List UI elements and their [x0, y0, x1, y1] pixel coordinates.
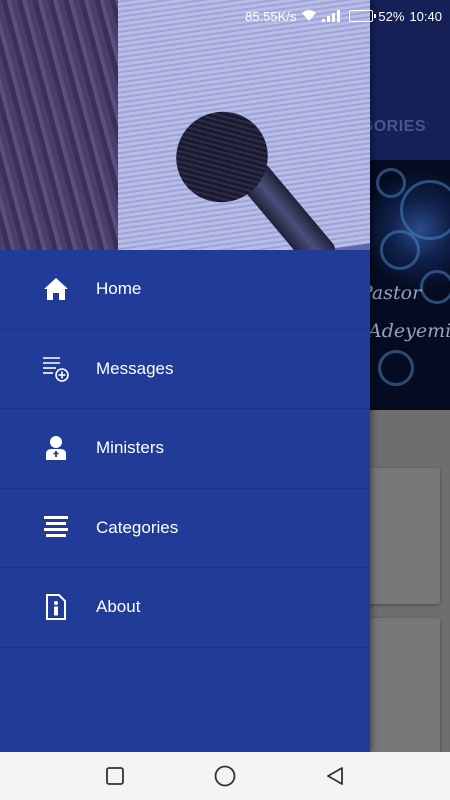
- circle-icon: [214, 765, 236, 787]
- bokeh-circle: [420, 270, 450, 304]
- tree-bark-image: [0, 0, 118, 250]
- system-navigation-bar: [0, 752, 450, 800]
- drawer-item-ministers[interactable]: Ministers: [0, 409, 370, 489]
- square-icon: [106, 767, 124, 785]
- drawer-item-label: Ministers: [96, 438, 165, 458]
- wifi-icon: [301, 10, 317, 22]
- drawer-item-label: Home: [96, 279, 142, 299]
- status-bar: 85.55K/s 52% 10:40: [0, 0, 450, 32]
- home-icon: [42, 275, 70, 303]
- back-button[interactable]: [315, 756, 355, 796]
- drawer-item-messages[interactable]: Messages: [0, 330, 370, 409]
- messages-add-icon: [42, 355, 70, 383]
- drawer-item-label: Categories: [96, 517, 179, 537]
- bokeh-circle: [378, 350, 414, 386]
- drawer-header-image: [0, 0, 370, 250]
- clock: 10:40: [409, 8, 442, 24]
- recents-button[interactable]: [95, 756, 135, 796]
- drawer-item-categories[interactable]: Categories: [0, 489, 370, 568]
- bokeh-circle: [376, 168, 406, 198]
- drawer-menu: Home Messages Ministers Categories About: [0, 250, 370, 648]
- minister-icon: [42, 434, 70, 462]
- drawer-item-home[interactable]: Home: [0, 250, 370, 330]
- back-triangle-icon: [327, 767, 343, 785]
- navigation-drawer: Home Messages Ministers Categories About: [0, 0, 370, 752]
- categories-icon: [42, 514, 70, 542]
- battery-percent: 52%: [378, 8, 405, 24]
- battery-icon: [349, 10, 377, 22]
- signal-icon: [322, 10, 344, 22]
- home-button[interactable]: [205, 756, 245, 796]
- drawer-item-about[interactable]: About: [0, 568, 370, 648]
- about-icon: [42, 593, 70, 621]
- banner-title-line2: Adeyemi: [368, 320, 450, 342]
- bokeh-circle: [380, 230, 420, 270]
- network-speed: 85.55K/s: [245, 8, 297, 24]
- drawer-item-label: Messages: [96, 358, 174, 378]
- drawer-item-label: About: [96, 597, 141, 617]
